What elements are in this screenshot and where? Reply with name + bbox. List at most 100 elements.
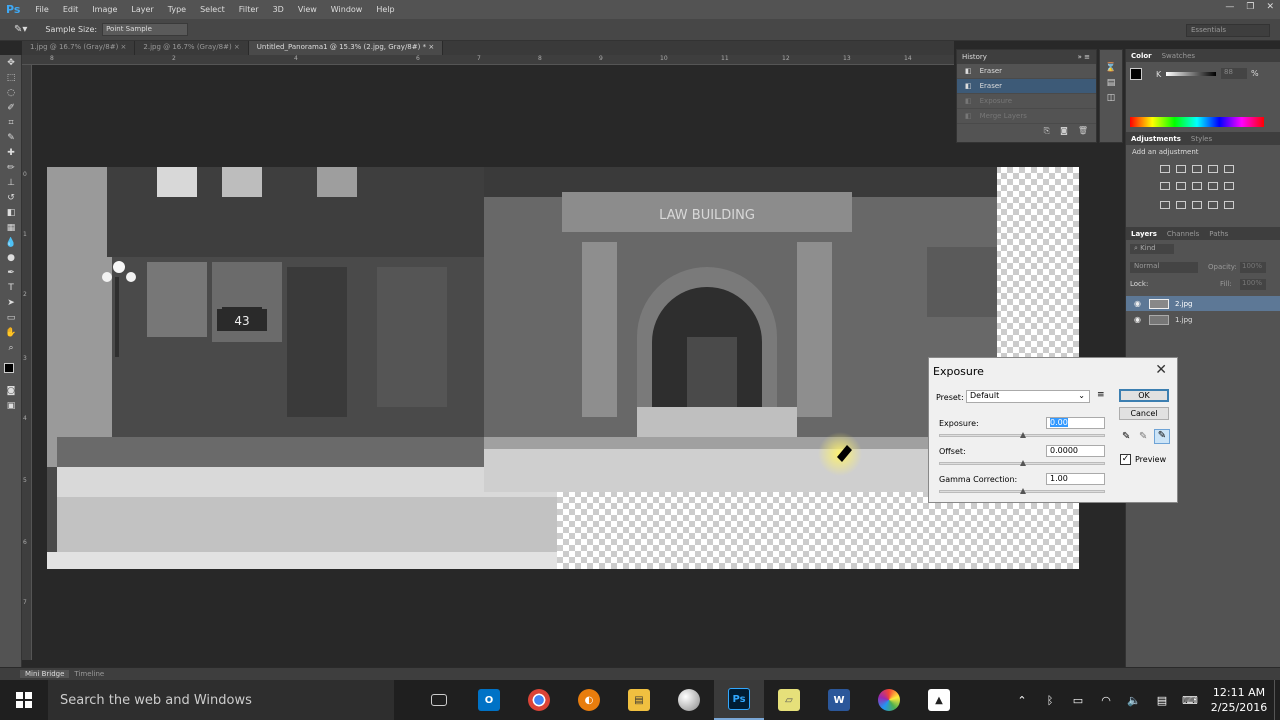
invert-icon[interactable] [1160,201,1170,209]
eraser-tool-icon[interactable]: ◧ [0,205,22,220]
crop-tool-icon[interactable]: ⌗ [0,115,22,130]
taskbar-app-word[interactable]: W [814,680,864,720]
new-document-icon[interactable]: ⎘ [1044,126,1050,136]
menu-3d[interactable]: 3D [266,5,291,14]
fill-input[interactable]: 100% [1240,279,1266,290]
shape-tool-icon[interactable]: ▭ [0,310,22,325]
preset-options-icon[interactable]: ≡ [1097,390,1105,400]
offset-slider[interactable] [939,460,1105,466]
taskbar-app-photos[interactable]: ▲ [914,680,964,720]
exposure-adj-icon[interactable] [1208,165,1218,173]
tab-timeline[interactable]: Timeline [69,670,109,678]
close-icon[interactable]: ✕ [1266,2,1274,12]
foreground-color-icon[interactable] [1130,68,1142,80]
posterize-icon[interactable] [1176,201,1186,209]
menu-select[interactable]: Select [193,5,232,14]
restore-icon[interactable]: ❐ [1246,2,1254,12]
menu-image[interactable]: Image [85,5,124,14]
volume-icon[interactable]: 🔈 [1120,694,1148,707]
taskbar-app-blender[interactable]: ◐ [564,680,614,720]
eye-icon[interactable]: ◉ [1134,299,1141,308]
battery-icon[interactable]: ▭ [1064,694,1092,707]
preview-checkbox[interactable]: ✓ [1120,454,1131,465]
panorama-image[interactable]: LAW BUILDING 43 [47,167,1079,569]
tab-color[interactable]: Color [1126,52,1157,60]
dodge-tool-icon[interactable]: ● [0,250,22,265]
wifi-icon[interactable]: ◠ [1092,694,1120,707]
offset-input[interactable]: 0.0000 [1046,445,1105,457]
blur-tool-icon[interactable]: 💧 [0,235,22,250]
sample-size-select[interactable]: Point Sample [102,23,189,36]
minimize-icon[interactable]: — [1225,2,1234,12]
menu-window[interactable]: Window [324,5,370,14]
bw-icon[interactable] [1192,182,1202,190]
gamma-input[interactable]: 1.00 [1046,473,1105,485]
close-icon[interactable]: ✕ [1155,362,1167,378]
eyedropper-gray-icon[interactable]: ✎ [1139,431,1147,442]
exposure-slider[interactable] [939,432,1105,438]
quick-select-tool-icon[interactable]: ✐ [0,100,22,115]
path-select-tool-icon[interactable]: ➤ [0,295,22,310]
history-item[interactable]: ◧ Exposure [957,94,1096,109]
brush-tool-icon[interactable]: ✏ [0,160,22,175]
properties-icon[interactable]: ▤ [1100,75,1122,90]
chevron-up-icon[interactable]: ⌃ [1008,694,1036,707]
menu-edit[interactable]: Edit [56,5,86,14]
screen-mode-icon[interactable]: ▣ [0,398,22,413]
taskbar-search[interactable]: Search the web and Windows [48,680,394,720]
workspace-select[interactable]: Essentials [1186,24,1270,37]
ok-button[interactable]: OK [1119,389,1169,402]
menu-view[interactable]: View [291,5,324,14]
healing-tool-icon[interactable]: ✚ [0,145,22,160]
tab-channels[interactable]: Channels [1162,230,1204,238]
vibrance-icon[interactable] [1224,165,1234,173]
tab-2jpg[interactable]: 2.jpg @ 16.7% (Gray/8#) × [135,41,249,55]
keyboard-icon[interactable]: ⌨ [1176,694,1204,707]
type-tool-icon[interactable]: T [0,280,22,295]
history-brush-icon[interactable]: ↺ [0,190,22,205]
eyedropper-tool-icon[interactable]: ✎ [0,130,22,145]
k-slider[interactable] [1166,72,1216,76]
eyedropper-black-icon[interactable]: ✎ [1122,431,1130,442]
zoom-tool-icon[interactable]: ⌕ [0,340,22,355]
tab-mini-bridge[interactable]: Mini Bridge [20,670,70,678]
history-panel-header[interactable]: History » ≡ [957,50,1096,64]
k-value-input[interactable]: 88 [1221,68,1247,79]
selective-color-icon[interactable] [1224,201,1234,209]
taskbar-app-photoshop[interactable]: Ps [714,680,764,720]
history-item[interactable]: ◧ Eraser [957,64,1096,79]
slider-thumb[interactable] [1020,432,1026,438]
blend-mode-select[interactable]: Normal [1130,262,1198,273]
taskbar-app-globe[interactable] [664,680,714,720]
pen-tool-icon[interactable]: ✒ [0,265,22,280]
trash-icon[interactable]: 🗑 [1078,126,1088,136]
menu-type[interactable]: Type [161,5,193,14]
gamma-slider[interactable] [939,488,1105,494]
lasso-tool-icon[interactable]: ◌ [0,85,22,100]
snapshot-icon[interactable]: ◙ [1060,126,1068,136]
layer-row[interactable]: ◉ 1.jpg [1126,312,1280,327]
exposure-input[interactable]: 0.00 [1046,417,1105,429]
taskbar-app-picasa[interactable] [864,680,914,720]
tab-adjustments[interactable]: Adjustments [1126,135,1186,143]
tab-paths[interactable]: Paths [1204,230,1233,238]
slider-thumb[interactable] [1020,460,1026,466]
move-tool-icon[interactable]: ✥ [0,55,22,70]
history-item-selected[interactable]: ◧ Eraser [957,79,1096,94]
quick-mask-icon[interactable]: ◙ [0,383,22,398]
tab-panorama[interactable]: Untitled_Panorama1 @ 15.3% (2.jpg, Gray/… [248,41,444,55]
bluetooth-icon[interactable]: ᛒ [1036,694,1064,707]
tab-layers[interactable]: Layers [1126,230,1162,238]
color-balance-icon[interactable] [1176,182,1186,190]
channel-mixer-icon[interactable] [1224,182,1234,190]
stamp-tool-icon[interactable]: ⊥ [0,175,22,190]
adjust-icon[interactable]: ◫ [1100,90,1122,105]
menu-help[interactable]: Help [369,5,401,14]
brightness-icon[interactable] [1160,165,1170,173]
foreground-color-icon[interactable] [4,363,14,373]
gradient-tool-icon[interactable]: ▦ [0,220,22,235]
eyedropper-tool-icon[interactable]: ✎▾ [14,24,27,35]
taskbar-app-file-explorer[interactable]: ▤ [614,680,664,720]
hand-tool-icon[interactable]: ✋ [0,325,22,340]
kind-filter-select[interactable]: ⌕ Kind [1130,244,1174,254]
